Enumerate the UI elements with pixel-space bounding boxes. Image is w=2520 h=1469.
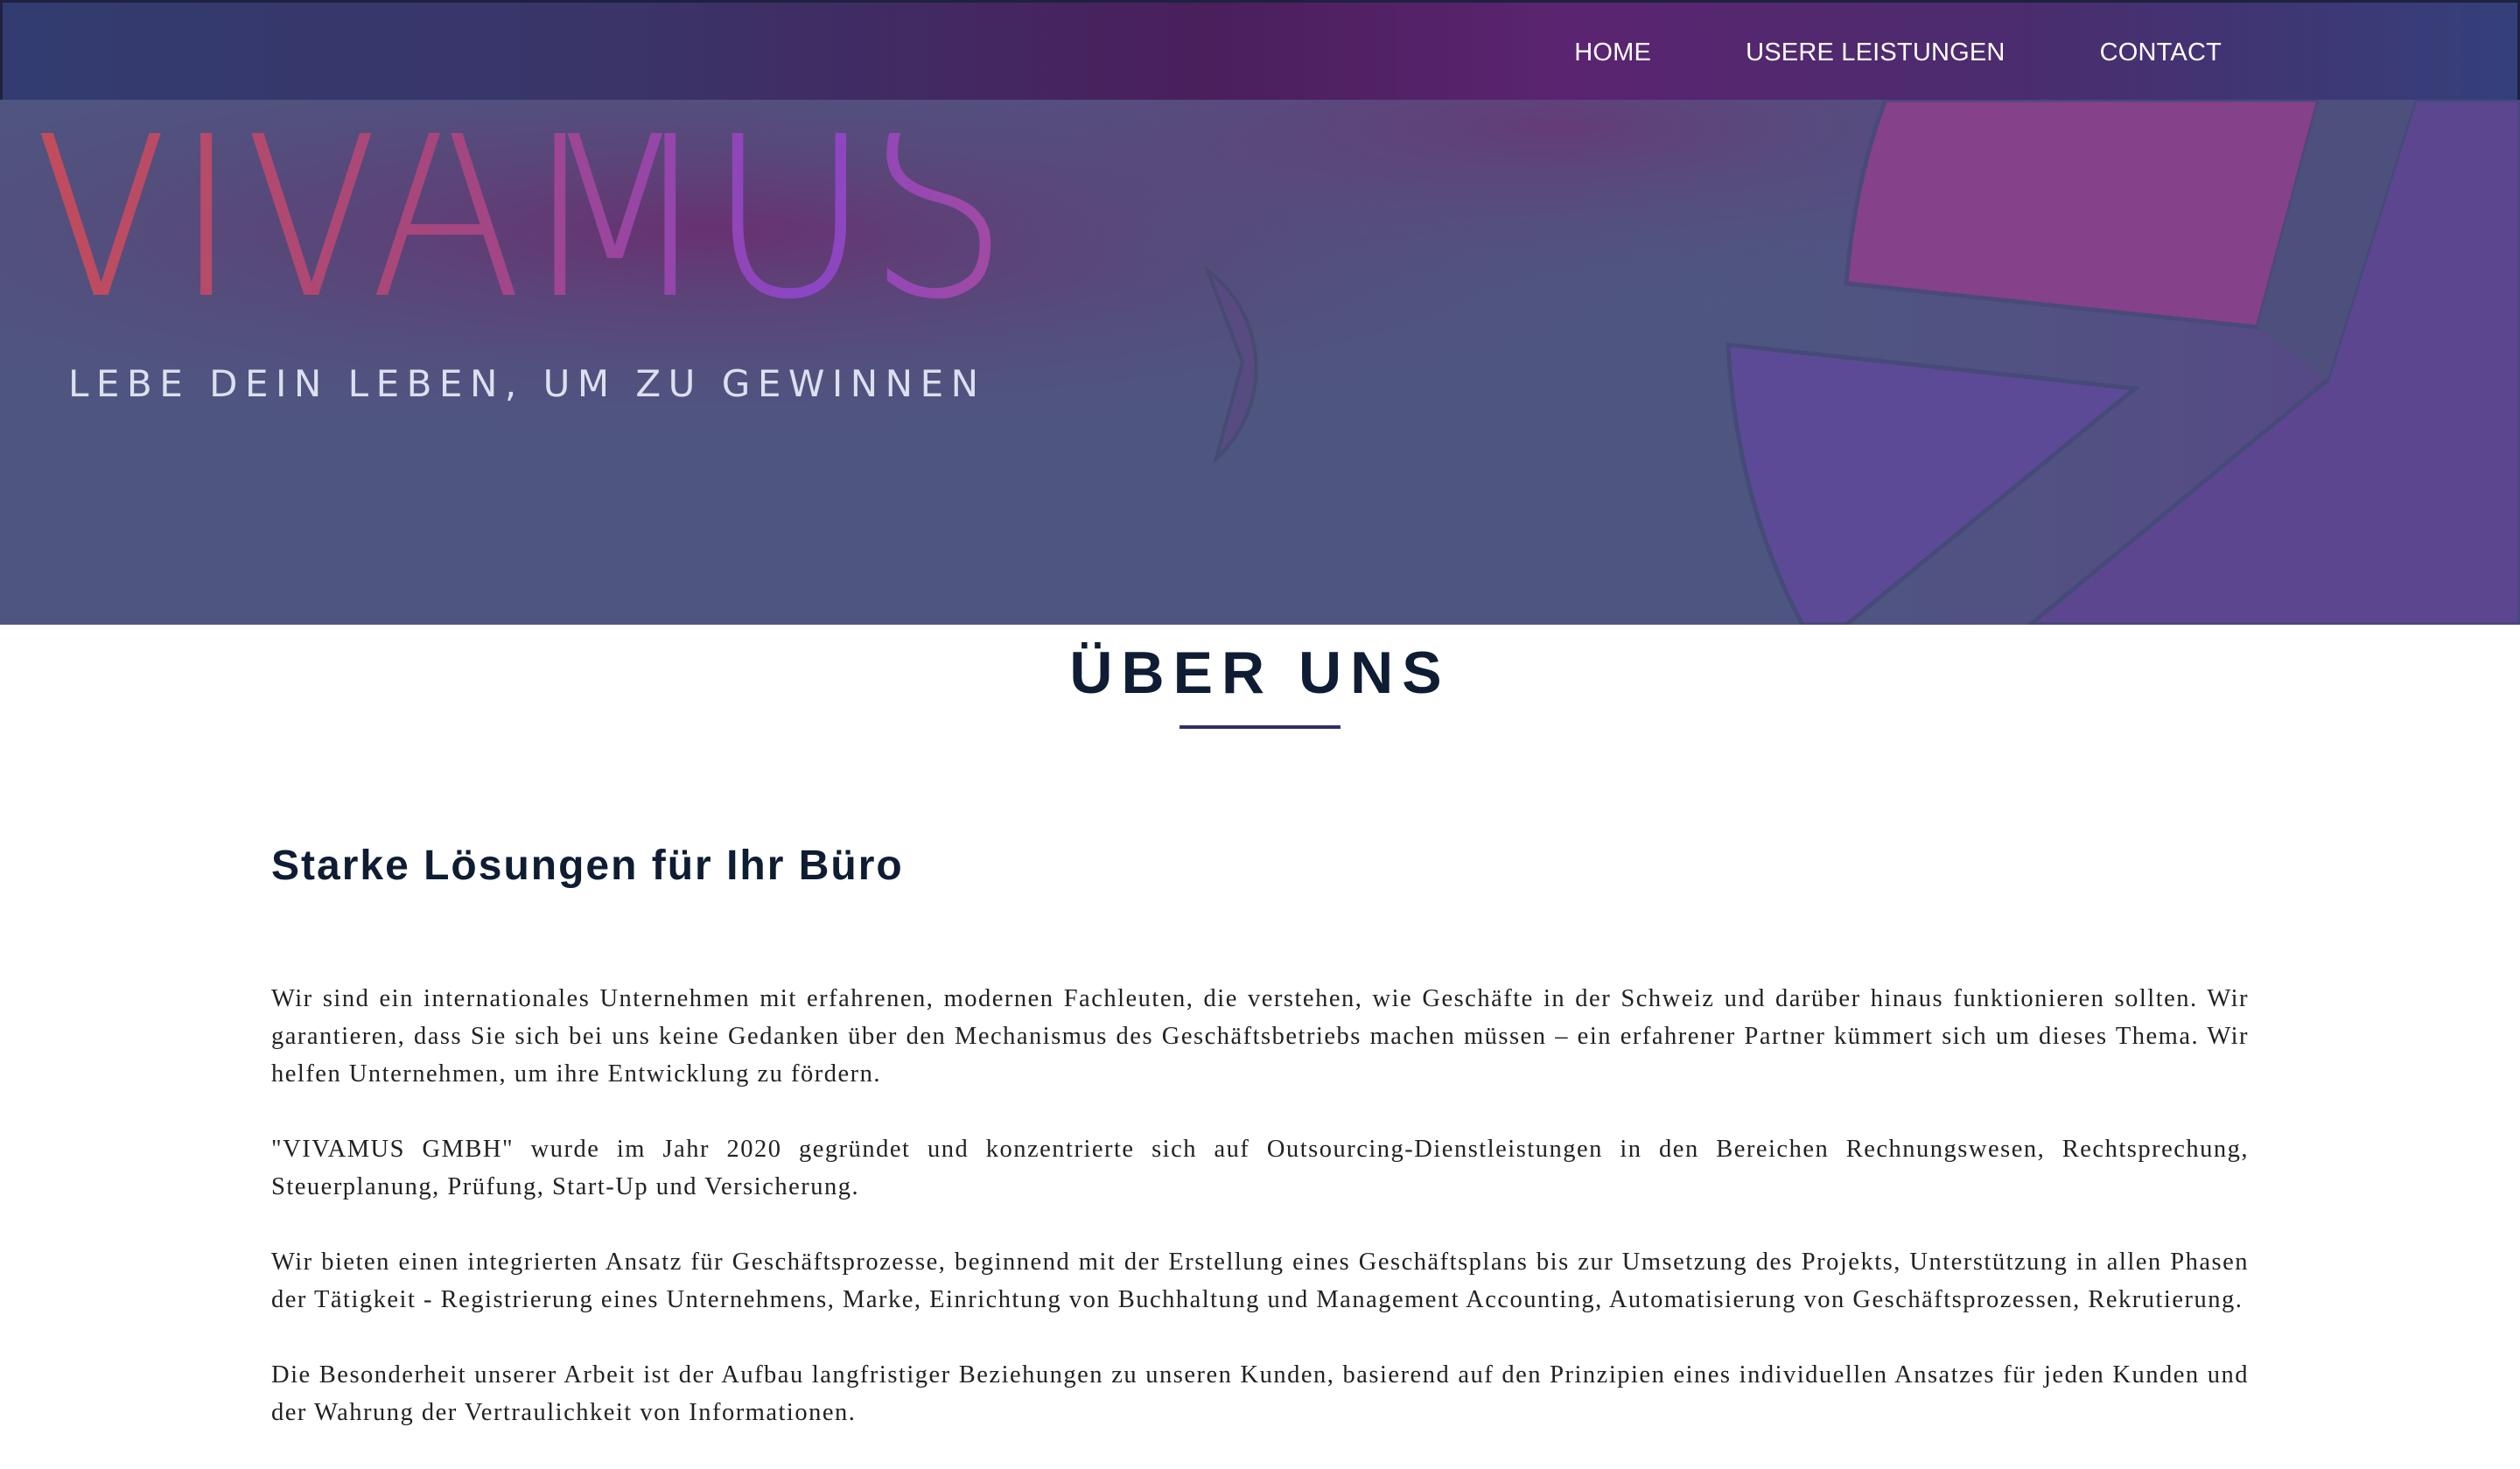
about-subheading: Starke Lösungen für Ihr Büro — [271, 843, 904, 889]
top-navigation-bar: HOME USERE LEISTUNGEN CONTACT — [0, 0, 2520, 100]
hero-banner: VIVAMUS LEBE DEIN LEBEN, UM ZU GEWINNEN — [0, 100, 2520, 625]
title-underline-divider — [1180, 725, 1340, 729]
nav-menu: HOME USERE LEISTUNGEN CONTACT — [1574, 3, 2222, 102]
logo-wordmark: VIVAMUS — [24, 133, 1004, 308]
nav-item-home[interactable]: HOME — [1574, 38, 1651, 67]
hero-tagline: LEBE DEIN LEBEN, UM ZU GEWINNEN — [68, 362, 986, 405]
section-title: ÜBER UNS — [1069, 640, 1451, 706]
nav-item-services[interactable]: USERE LEISTUNGEN — [1746, 38, 2006, 67]
about-paragraph: Wir bieten einen integrierten Ansatz für… — [271, 1249, 2249, 1313]
about-body: Wir sind ein internationales Unternehmen… — [271, 980, 2249, 1469]
about-paragraph: "VIVAMUS GMBH" wurde im Jahr 2020 gegrün… — [271, 1136, 2249, 1200]
vivamus-logo[interactable]: VIVAMUS — [24, 100, 1013, 357]
about-paragraph: Wir sind ein internationales Unternehmen… — [271, 985, 2249, 1088]
about-paragraph: Die Besonderheit unserer Arbeit ist der … — [271, 1361, 2249, 1426]
nav-item-contact[interactable]: CONTACT — [2100, 38, 2222, 67]
